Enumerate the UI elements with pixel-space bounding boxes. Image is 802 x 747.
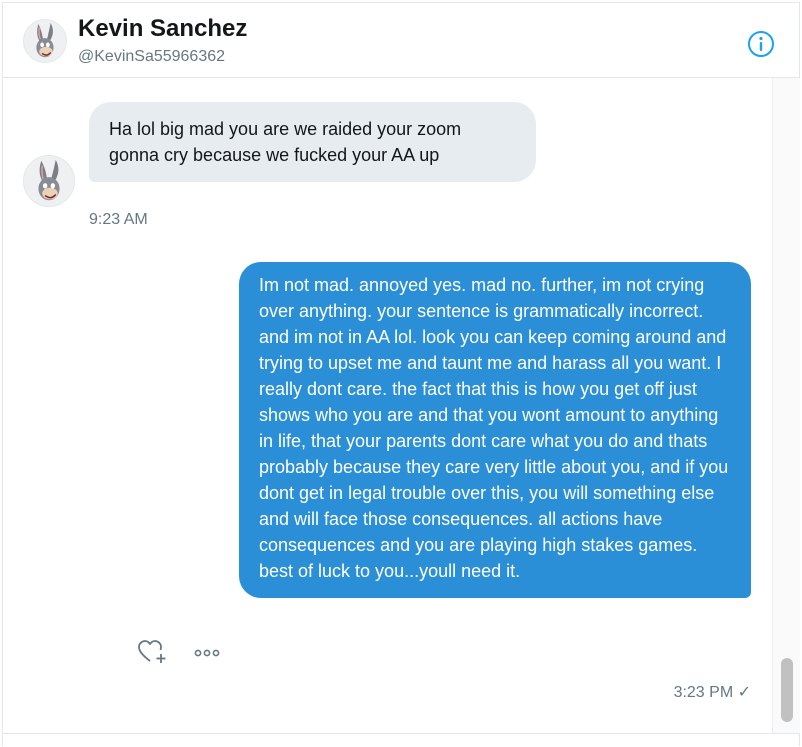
contact-avatar[interactable] <box>23 19 67 63</box>
message-list[interactable]: Ha lol big mad you are we raided your zo… <box>3 78 771 733</box>
outgoing-message-bubble[interactable]: Im not mad. annoyed yes. mad no. further… <box>239 262 751 598</box>
contact-name[interactable]: Kevin Sanchez <box>78 15 247 43</box>
more-dots-icon[interactable] <box>194 647 220 659</box>
composer-area[interactable] <box>3 733 799 747</box>
scrollbar-thumb[interactable] <box>781 658 793 722</box>
info-circle-icon[interactable] <box>747 30 775 58</box>
sender-avatar[interactable] <box>23 155 75 207</box>
heart-plus-icon[interactable] <box>137 639 167 665</box>
dm-window: Kevin Sanchez @KevinSa55966362 Ha lol bi… <box>2 2 800 747</box>
incoming-message-bubble[interactable]: Ha lol big mad you are we raided your zo… <box>89 102 536 182</box>
scrollbar[interactable] <box>772 78 800 733</box>
incoming-message-time: 9:23 AM <box>89 211 148 228</box>
contact-handle: @KevinSa55966362 <box>78 48 226 65</box>
outgoing-message-time: 3:23 PM ✓ <box>673 684 751 701</box>
bunny-avatar-icon <box>24 20 66 62</box>
bunny-avatar-icon <box>24 156 74 206</box>
conversation-header: Kevin Sanchez @KevinSa55966362 <box>3 3 799 78</box>
